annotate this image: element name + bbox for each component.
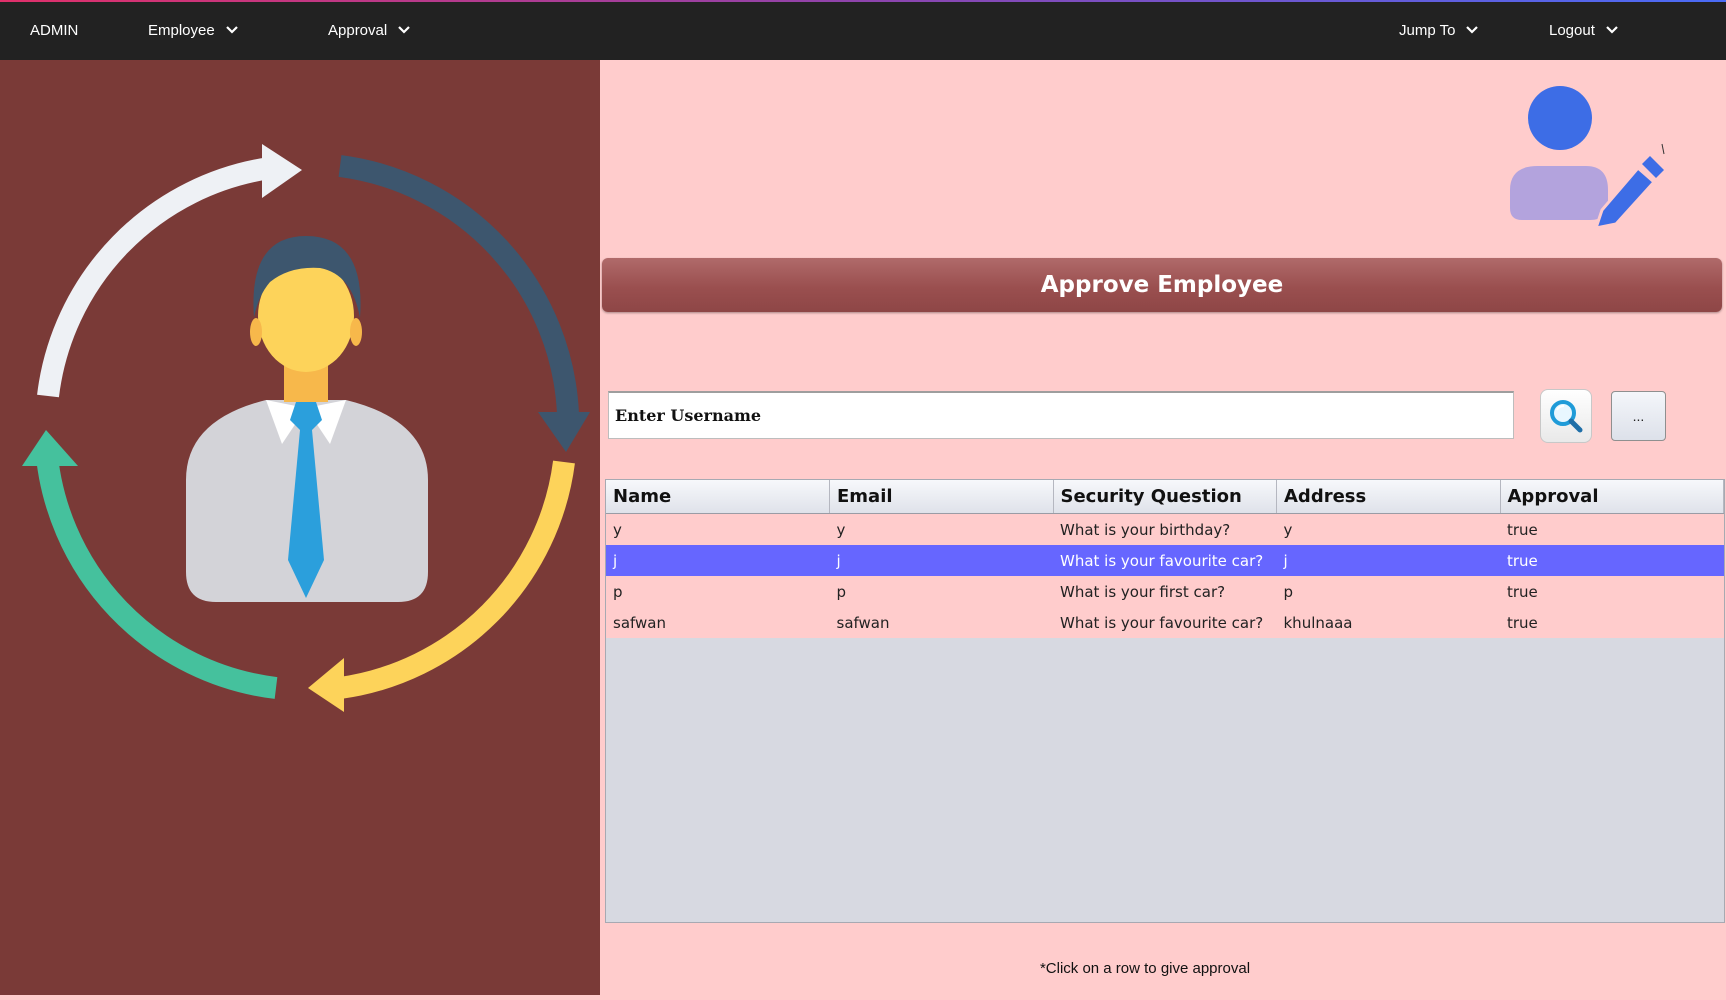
employee-table: Name Email Security Question Address App… <box>605 479 1725 923</box>
chevron-down-icon <box>225 26 238 34</box>
column-header-email[interactable]: Email <box>829 480 1054 514</box>
top-nav-bar: ADMIN Employee Approval Jump To Logout <box>0 0 1726 60</box>
left-illustration-panel <box>0 60 600 995</box>
search-button[interactable] <box>1540 389 1592 443</box>
approval-hint-text: *Click on a row to give approval <box>1039 960 1251 977</box>
employee-table-grid: Name Email Security Question Address App… <box>606 480 1724 638</box>
cell-name: j <box>606 545 830 576</box>
nav-menu-employee[interactable]: Employee <box>148 0 239 60</box>
username-search-input[interactable] <box>608 391 1514 439</box>
employee-cycle-illustration <box>22 144 590 712</box>
cell-address: p <box>1276 576 1500 607</box>
cell-name: y <box>606 513 830 545</box>
nav-jump-to-label: Jump To <box>1399 21 1456 39</box>
cell-email: y <box>829 513 1053 545</box>
browse-more-button[interactable]: ... <box>1611 391 1666 441</box>
column-header-address[interactable]: Address <box>1276 480 1501 514</box>
cell-email: j <box>829 545 1053 576</box>
chevron-down-icon <box>1606 26 1618 34</box>
table-header-row: Name Email Security Question Address App… <box>606 480 1724 514</box>
nav-menu-logout[interactable]: Logout <box>1549 0 1619 60</box>
cell-address: j <box>1276 545 1500 576</box>
cell-email: p <box>829 576 1053 607</box>
cell-security-question: What is your favourite car? <box>1053 545 1277 576</box>
cell-security-question: What is your first car? <box>1053 576 1277 607</box>
table-row[interactable]: p p What is your first car? p true <box>606 576 1724 607</box>
table-row[interactable]: y y What is your birthday? y true <box>606 513 1724 545</box>
nav-menu-approval[interactable]: Approval <box>328 0 411 60</box>
cell-approval: true <box>1500 513 1724 545</box>
nav-brand-label: ADMIN <box>30 21 79 39</box>
cell-approval: true <box>1500 576 1724 607</box>
column-header-approval[interactable]: Approval <box>1500 480 1724 514</box>
table-row-selected[interactable]: j j What is your favourite car? j true <box>606 545 1724 576</box>
cell-address: y <box>1276 513 1500 545</box>
cell-security-question: What is your favourite car? <box>1053 607 1277 638</box>
magnifier-icon <box>1550 400 1583 433</box>
nav-employee-label: Employee <box>148 21 215 39</box>
column-header-name[interactable]: Name <box>606 480 830 514</box>
nav-menu-jump-to[interactable]: Jump To <box>1399 0 1479 60</box>
page-title: Approve Employee <box>602 258 1722 312</box>
cell-approval: true <box>1500 607 1724 638</box>
chevron-down-icon <box>398 26 410 34</box>
nav-brand-admin[interactable]: ADMIN <box>30 0 78 60</box>
cell-address: khulnaaa <box>1276 607 1500 638</box>
cell-security-question: What is your birthday? <box>1053 513 1277 545</box>
cell-approval: true <box>1500 545 1724 576</box>
approve-employee-panel: Approve Employee ... Name Email Security… <box>600 60 1726 995</box>
nav-logout-label: Logout <box>1549 21 1595 39</box>
cell-email: safwan <box>829 607 1053 638</box>
user-edit-icon <box>1510 86 1665 230</box>
nav-approval-label: Approval <box>328 21 388 39</box>
cell-name: safwan <box>606 607 830 638</box>
table-row[interactable]: safwan safwan What is your favourite car… <box>606 607 1724 638</box>
chevron-down-icon <box>1466 26 1479 34</box>
cell-name: p <box>606 576 830 607</box>
column-header-security-question[interactable]: Security Question <box>1053 480 1277 514</box>
